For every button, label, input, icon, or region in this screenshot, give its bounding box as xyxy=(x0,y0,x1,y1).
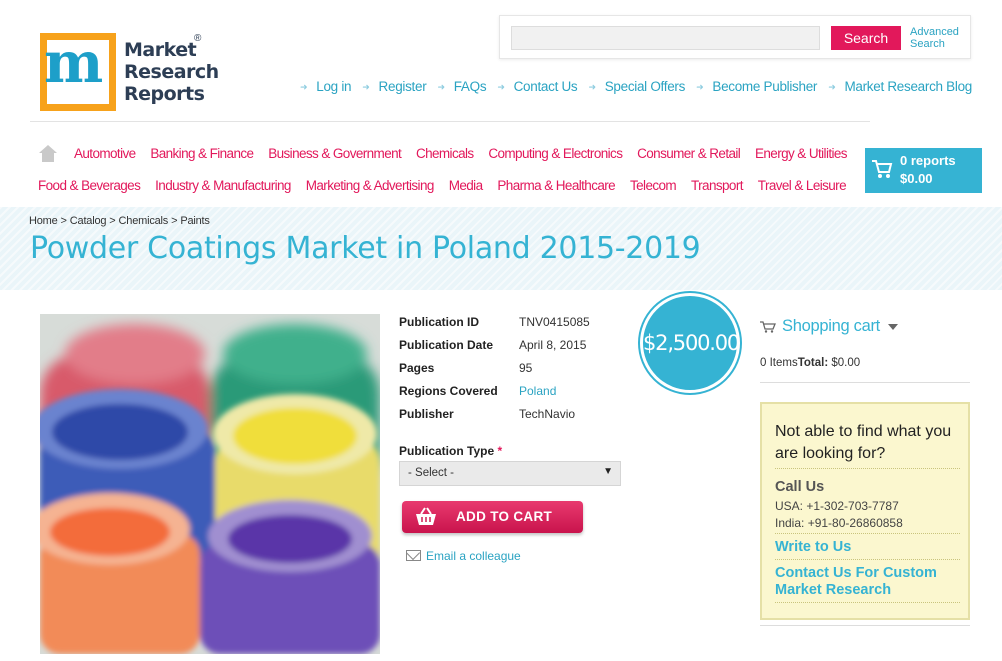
breadcrumb-home[interactable]: Home xyxy=(29,215,58,227)
publication-details: Publication ID TNV0415085 Publication Da… xyxy=(399,315,639,430)
logo-mark: m xyxy=(40,33,116,111)
breadcrumb-chemicals[interactable]: Chemicals xyxy=(119,215,169,227)
category-automotive[interactable]: Automotive xyxy=(74,146,136,161)
shopping-cart-summary: 0 ItemsTotal: $0.00 xyxy=(760,357,861,369)
category-transport[interactable]: Transport xyxy=(691,178,743,193)
cart-divider xyxy=(760,382,970,383)
cart-icon xyxy=(872,160,893,178)
arrow-icon: ➜ xyxy=(300,82,308,92)
arrow-icon: ➜ xyxy=(696,82,704,92)
help-heading: Not able to find what you are looking fo… xyxy=(775,423,952,462)
category-telecom[interactable]: Telecom xyxy=(630,178,677,193)
category-nav-row-1: Automotive Banking & Finance Business & … xyxy=(74,146,848,161)
cart-total: $0.00 xyxy=(900,171,933,186)
select-arrow-icon: ▼ xyxy=(603,466,613,477)
search-button[interactable]: Search xyxy=(831,26,901,50)
add-to-cart-button[interactable]: ADD TO CART xyxy=(402,501,583,533)
category-nav-row-2: Food & Beverages Industry & Manufacturin… xyxy=(38,178,847,193)
search-box: Search Advanced Search xyxy=(499,15,971,59)
search-input[interactable] xyxy=(511,26,820,50)
login-link[interactable]: ➜ Log in xyxy=(300,79,352,94)
category-computing-electronics[interactable]: Computing & Electronics xyxy=(488,146,623,161)
register-link[interactable]: ➜ Register xyxy=(362,79,426,94)
breadcrumb-paints[interactable]: Paints xyxy=(180,215,210,227)
category-media[interactable]: Media xyxy=(449,178,483,193)
help-box: Not able to find what you are looking fo… xyxy=(760,402,970,620)
faqs-link[interactable]: ➜ FAQs xyxy=(437,79,486,94)
detail-publisher: Publisher TechNavio xyxy=(399,407,576,421)
cart-summary-button[interactable]: 0 reports $0.00 xyxy=(865,148,982,193)
phone-india: India: +91-80-26860858 xyxy=(775,516,903,530)
write-to-us-link[interactable]: Write to Us xyxy=(775,539,851,555)
arrow-icon: ➜ xyxy=(362,82,370,92)
call-us-heading: Call Us xyxy=(775,479,825,495)
site-logo[interactable]: m Market Research Reports ® xyxy=(40,33,219,113)
registered-mark: ® xyxy=(194,33,202,44)
publication-type-select[interactable]: - Select - ▼ xyxy=(399,461,621,486)
cart-icon xyxy=(760,320,776,333)
category-consumer-retail[interactable]: Consumer & Retail xyxy=(637,146,741,161)
logo-wordmark: Market Research Reports xyxy=(124,39,219,105)
detail-pages: Pages 95 xyxy=(399,361,533,375)
top-links: ➜ Log in ➜ Register ➜ FAQs ➜ Contact Us ➜ Spe… xyxy=(300,79,972,94)
arrow-icon: ➜ xyxy=(588,82,596,92)
detail-publication-id: Publication ID TNV0415085 xyxy=(399,315,590,329)
region-poland-link[interactable]: Poland xyxy=(519,384,556,398)
blog-link[interactable]: ➜ Market Research Blog xyxy=(828,79,972,94)
shopping-cart-toggle[interactable]: Shopping cart xyxy=(760,317,898,336)
phone-usa: USA: +1-302-703-7787 xyxy=(775,499,899,513)
breadcrumb: Home > Catalog > Chemicals > Paints xyxy=(29,215,210,227)
breadcrumb-catalog[interactable]: Catalog xyxy=(70,215,107,227)
category-marketing-advertising[interactable]: Marketing & Advertising xyxy=(306,178,435,193)
publication-type-label: Publication Type * xyxy=(399,444,503,458)
chevron-down-icon xyxy=(887,323,898,330)
arrow-icon: ➜ xyxy=(437,82,445,92)
category-travel-leisure[interactable]: Travel & Leisure xyxy=(758,178,847,193)
category-energy-utilities[interactable]: Energy & Utilities xyxy=(755,146,848,161)
custom-research-link[interactable]: Contact Us For Custom Market Research xyxy=(775,565,965,599)
category-banking-finance[interactable]: Banking & Finance xyxy=(150,146,254,161)
arrow-icon: ➜ xyxy=(828,82,836,92)
envelope-icon xyxy=(406,550,421,561)
category-chemicals[interactable]: Chemicals xyxy=(416,146,474,161)
right-column-divider xyxy=(760,625,970,626)
price-badge: $2,500.00 xyxy=(640,293,740,393)
email-colleague-link[interactable]: Email a colleague xyxy=(406,549,521,563)
logo-letter: m xyxy=(44,30,104,96)
arrow-icon: ➜ xyxy=(497,82,505,92)
category-pharma-healthcare[interactable]: Pharma & Healthcare xyxy=(497,178,615,193)
header-divider xyxy=(30,121,870,122)
become-publisher-link[interactable]: ➜ Become Publisher xyxy=(696,79,817,94)
basket-icon xyxy=(416,507,436,525)
category-food-beverages[interactable]: Food & Beverages xyxy=(38,178,141,193)
category-business-government[interactable]: Business & Government xyxy=(268,146,402,161)
detail-regions: Regions Covered Poland xyxy=(399,384,557,398)
product-image xyxy=(40,314,380,654)
cart-report-count: 0 reports xyxy=(900,153,956,168)
category-industry-manufacturing[interactable]: Industry & Manufacturing xyxy=(155,178,291,193)
page-title: Powder Coatings Market in Poland 2015-20… xyxy=(30,231,701,266)
home-icon[interactable] xyxy=(39,145,57,162)
advanced-search-link[interactable]: Advanced Search xyxy=(910,26,959,50)
detail-publication-date: Publication Date April 8, 2015 xyxy=(399,338,587,352)
special-offers-link[interactable]: ➜ Special Offers xyxy=(588,79,685,94)
contact-us-link[interactable]: ➜ Contact Us xyxy=(497,79,577,94)
